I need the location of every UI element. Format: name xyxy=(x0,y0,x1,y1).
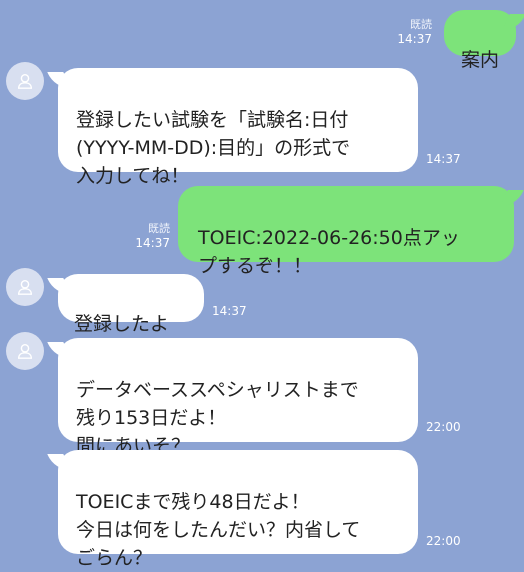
message-time: 14:37 xyxy=(426,152,461,166)
message-text: TOEICまで残り48日だよ！ 今日は何をしたんだい？内省して ごらん？ xyxy=(76,491,361,569)
message-bubble-incoming[interactable]: 登録したよ xyxy=(58,274,204,335)
message-time: 14:37 xyxy=(212,304,247,318)
chat-thread: 既読 14:37 案内 登録したい試験を「試験名:日付 (YYYY-MM-DD)… xyxy=(0,0,524,569)
message-text: TOEIC:2022-06-26:50点アッ プするぞ！！ xyxy=(198,227,460,277)
message-time: 14:37 xyxy=(135,236,170,250)
avatar[interactable] xyxy=(6,332,44,370)
avatar[interactable] xyxy=(6,268,44,306)
message-bubble-incoming[interactable]: TOEICまで残り48日だよ！ 今日は何をしたんだい？内省して ごらん？ xyxy=(58,450,418,569)
message-time: 22:00 xyxy=(426,534,461,548)
avatar[interactable] xyxy=(6,62,44,100)
message-time: 14:37 xyxy=(397,32,432,46)
message-meta: 既読 14:37 xyxy=(122,222,170,250)
message-time: 22:00 xyxy=(426,420,461,434)
person-icon xyxy=(17,73,33,89)
message-text: データベーススペシャリストまで 残り153日だよ！ 間にあいそ？ xyxy=(76,379,359,457)
message-text: 案内 xyxy=(460,49,499,71)
message-meta: 既読 14:37 xyxy=(384,18,432,46)
message-bubble-outgoing[interactable]: TOEIC:2022-06-26:50点アッ プするぞ！！ xyxy=(178,186,514,277)
message-bubble-incoming[interactable]: データベーススペシャリストまで 残り153日だよ！ 間にあいそ？ xyxy=(58,338,418,457)
read-receipt: 既読 xyxy=(410,18,432,31)
person-icon xyxy=(17,279,33,295)
read-receipt: 既読 xyxy=(148,222,170,235)
message-bubble-outgoing[interactable]: 案内 xyxy=(444,10,516,71)
person-icon xyxy=(17,343,33,359)
message-text: 登録したい試験を「試験名:日付 (YYYY-MM-DD):目的」の形式で 入力し… xyxy=(76,109,351,187)
message-bubble-incoming[interactable]: 登録したい試験を「試験名:日付 (YYYY-MM-DD):目的」の形式で 入力し… xyxy=(58,68,418,187)
message-text: 登録したよ xyxy=(74,313,170,335)
